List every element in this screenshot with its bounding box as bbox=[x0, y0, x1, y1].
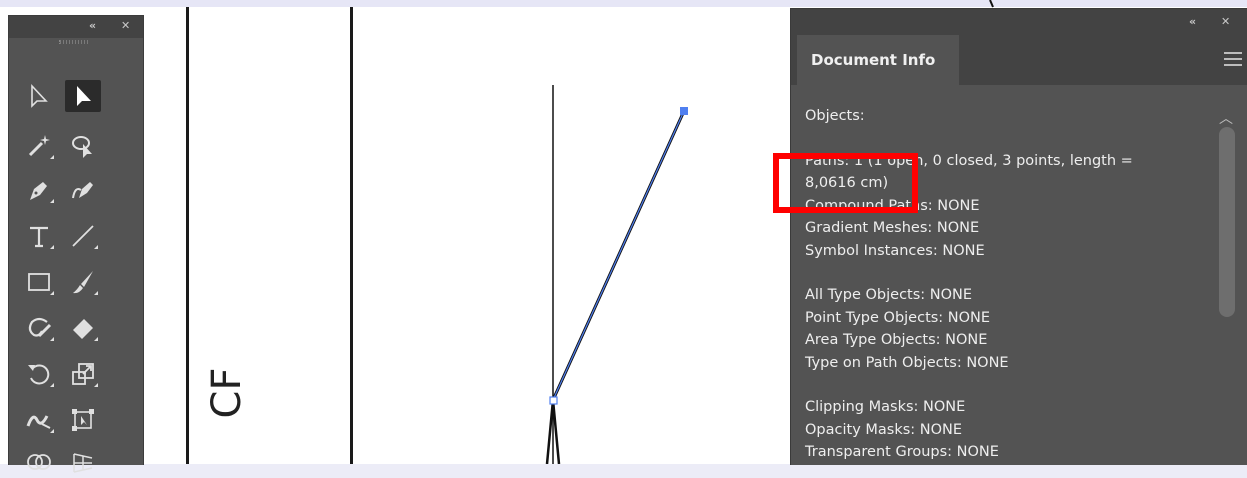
canvas-mark bbox=[989, 0, 994, 8]
magic-wand-icon bbox=[28, 135, 50, 157]
info-line-objects: Objects: bbox=[805, 108, 865, 124]
path-leg-right bbox=[551, 399, 561, 464]
curvature-pen-icon bbox=[72, 182, 93, 199]
path-leg-left bbox=[545, 399, 555, 464]
selected-path-highlight bbox=[552, 110, 685, 401]
panel-menu-icon[interactable] bbox=[1224, 52, 1242, 66]
info-line-gradient-meshes: Gradient Meshes: NONE bbox=[805, 220, 980, 236]
rectangle-tool[interactable] bbox=[21, 266, 57, 298]
width-icon bbox=[26, 415, 51, 429]
free-transform-tool[interactable] bbox=[65, 404, 101, 436]
perspective-grid-tool[interactable] bbox=[65, 446, 101, 478]
shaper-tool[interactable] bbox=[21, 312, 57, 344]
lasso-icon bbox=[72, 136, 92, 158]
info-line-type-on-path-objects: Type on Path Objects: NONE bbox=[805, 354, 1009, 371]
paintbrush-icon bbox=[73, 271, 93, 294]
close-icon[interactable]: ✕ bbox=[1221, 15, 1230, 28]
lasso-tool[interactable] bbox=[65, 130, 101, 162]
anchor-point bbox=[549, 396, 558, 405]
perspective-grid-icon bbox=[73, 453, 93, 473]
line-segment-tool[interactable] bbox=[65, 220, 101, 252]
info-line-area-type-objects: Area Type Objects: NONE bbox=[805, 332, 988, 348]
scrollbar[interactable]: ︿ bbox=[1216, 105, 1236, 465]
selection-arrow-filled-icon bbox=[77, 86, 91, 106]
shaper-icon bbox=[28, 317, 52, 338]
tools-panel-header: « ✕ bbox=[9, 16, 143, 38]
pen-icon bbox=[30, 182, 47, 200]
close-icon[interactable]: ✕ bbox=[121, 19, 130, 32]
document-info-panel: « ✕ Document Info Objects: Paths: 1 (1 o… bbox=[790, 8, 1247, 465]
eraser-tool[interactable] bbox=[65, 312, 101, 344]
document-info-panel-header: « ✕ bbox=[791, 9, 1247, 35]
info-line-transparent-groups: Transparent Groups: NONE bbox=[805, 444, 999, 460]
anchor-point-selected bbox=[680, 107, 688, 115]
eraser-icon bbox=[73, 319, 93, 339]
collapse-icon[interactable]: « bbox=[89, 19, 96, 32]
scrollbar-thumb[interactable] bbox=[1219, 127, 1235, 317]
info-line-clipping-masks: Clipping Masks: NONE bbox=[805, 399, 966, 415]
info-line-opacity-masks: Opacity Masks: NONE bbox=[805, 421, 963, 438]
curvature-tool[interactable] bbox=[65, 174, 101, 206]
magic-wand-tool[interactable] bbox=[21, 130, 57, 162]
shape-builder-tool[interactable] bbox=[21, 446, 57, 478]
document-info-tabbar: Document Info bbox=[791, 35, 1247, 85]
info-line-point-type-objects: Point Type Objects: NONE bbox=[805, 309, 991, 326]
line-segment-icon bbox=[72, 225, 94, 247]
scale-tool[interactable] bbox=[65, 358, 101, 390]
scroll-up-icon[interactable]: ︿ bbox=[1219, 108, 1233, 128]
width-tool[interactable] bbox=[21, 404, 57, 436]
annotation-highlight-box bbox=[773, 153, 918, 213]
tab-document-info[interactable]: Document Info bbox=[797, 35, 959, 85]
direct-arrow-outline-icon bbox=[31, 83, 48, 108]
info-line-all-type-objects: All Type Objects: NONE bbox=[805, 287, 973, 303]
type-icon bbox=[30, 226, 48, 248]
scale-icon bbox=[72, 363, 94, 385]
pen-tool[interactable] bbox=[21, 174, 57, 206]
selection-tool[interactable] bbox=[21, 80, 57, 112]
tools-panel: « ✕ bbox=[8, 15, 144, 473]
rectangle-icon bbox=[28, 273, 50, 291]
shape-builder-icon bbox=[27, 454, 51, 470]
rotate-icon bbox=[28, 364, 50, 385]
panel-grip[interactable] bbox=[9, 38, 143, 48]
paintbrush-tool[interactable] bbox=[65, 266, 101, 298]
free-transform-icon bbox=[72, 409, 94, 431]
direct-selection-tool[interactable] bbox=[65, 80, 101, 112]
info-line-symbol-instances: Symbol Instances: NONE bbox=[805, 242, 985, 259]
type-tool[interactable] bbox=[21, 220, 57, 252]
collapse-icon[interactable]: « bbox=[1189, 15, 1196, 28]
rotate-tool[interactable] bbox=[21, 358, 57, 390]
